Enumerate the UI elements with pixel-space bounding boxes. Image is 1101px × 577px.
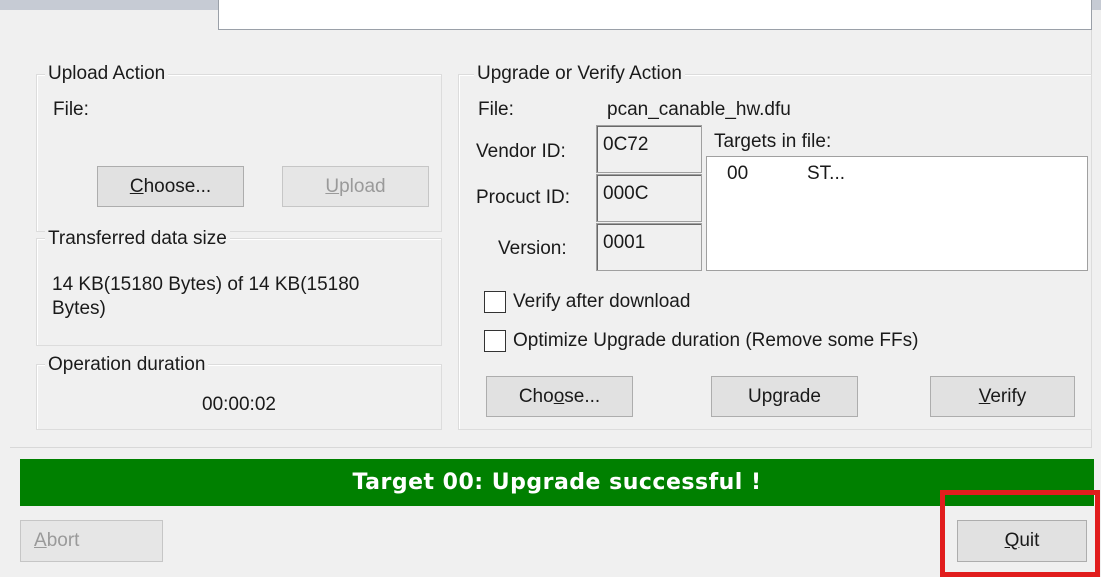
optimize-upgrade-checkbox[interactable] <box>484 330 506 352</box>
operation-duration-value: 00:00:02 <box>202 394 276 415</box>
upload-action-group <box>36 74 442 232</box>
vendor-id-value: 0C72 <box>596 125 702 173</box>
verify-after-download-checkbox[interactable] <box>484 291 506 313</box>
upload-button: Upload <box>282 166 429 207</box>
upload-file-label: File: <box>53 99 89 120</box>
status-message-bar: Target 00: Upgrade successful ! <box>20 459 1094 506</box>
mnemonic-char: o <box>553 385 565 407</box>
upload-choose-label: Choose... <box>129 175 212 197</box>
mnemonic-char: U <box>325 175 340 197</box>
version-label: Version: <box>498 238 567 259</box>
quit-highlight-box <box>940 490 1100 577</box>
upgrade-file-name: pcan_canable_hw.dfu <box>607 99 791 120</box>
version-value: 0001 <box>596 223 702 271</box>
top-device-field[interactable] <box>218 0 1092 30</box>
upgrade-choose-label: Choose... <box>518 385 601 407</box>
mnemonic-char: C <box>129 175 144 197</box>
vendor-id-label: Vendor ID: <box>476 141 566 162</box>
upload-button-label: Upload <box>325 175 386 197</box>
upgrade-button[interactable]: Upgrade <box>711 376 858 417</box>
transferred-size-label: Transferred data size <box>45 228 230 250</box>
optimize-upgrade-label[interactable]: Optimize Upgrade duration (Remove some F… <box>513 330 918 352</box>
product-id-label: Procuct ID: <box>476 187 570 208</box>
target-row-name[interactable]: ST... <box>807 163 845 185</box>
upgrade-choose-button[interactable]: Choose... <box>486 376 633 417</box>
upgrade-verify-label: Upgrade or Verify Action <box>474 63 685 85</box>
mnemonic-char: A <box>34 530 47 551</box>
targets-in-file-label: Targets in file: <box>714 131 832 152</box>
product-id-value: 000C <box>596 174 702 222</box>
abort-button: Abort <box>20 520 163 562</box>
verify-button[interactable]: Verify <box>930 376 1075 417</box>
verify-after-download-label[interactable]: Verify after download <box>513 291 690 313</box>
upgrade-file-label: File: <box>478 99 514 120</box>
transferred-size-line1: 14 KB(15180 Bytes) of 14 KB(15180 <box>52 274 360 295</box>
transferred-size-line2: Bytes) <box>52 298 106 319</box>
verify-button-label: Verify <box>978 385 1027 407</box>
upload-action-label: Upload Action <box>45 63 169 85</box>
abort-button-label: Abort <box>34 530 80 551</box>
upload-choose-button[interactable]: Choose... <box>97 166 244 207</box>
target-row-id[interactable]: 00 <box>727 163 748 185</box>
upgrade-button-label: Upgrade <box>748 385 821 407</box>
operation-duration-label: Operation duration <box>45 354 209 376</box>
mnemonic-char: V <box>978 385 991 407</box>
targets-list[interactable]: 00 ST... <box>706 156 1088 271</box>
